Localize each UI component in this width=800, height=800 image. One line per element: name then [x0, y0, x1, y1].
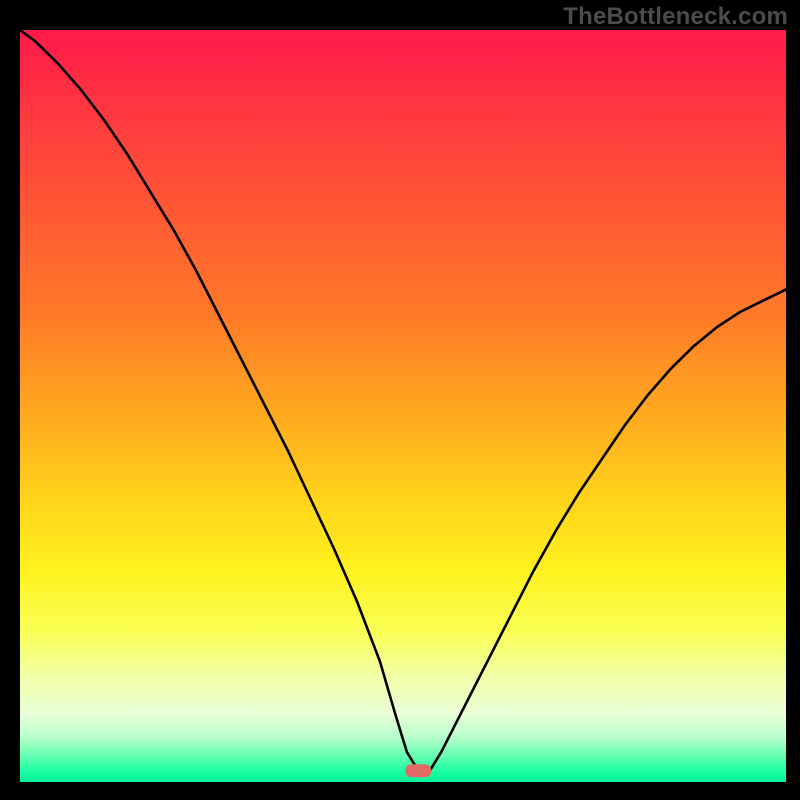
watermark-text: TheBottleneck.com — [563, 3, 788, 31]
optimum-marker — [405, 764, 431, 777]
plot-area — [20, 30, 786, 782]
chart-svg — [20, 30, 786, 782]
chart-root: TheBottleneck.com — [0, 0, 800, 800]
gradient-rect — [20, 30, 786, 782]
